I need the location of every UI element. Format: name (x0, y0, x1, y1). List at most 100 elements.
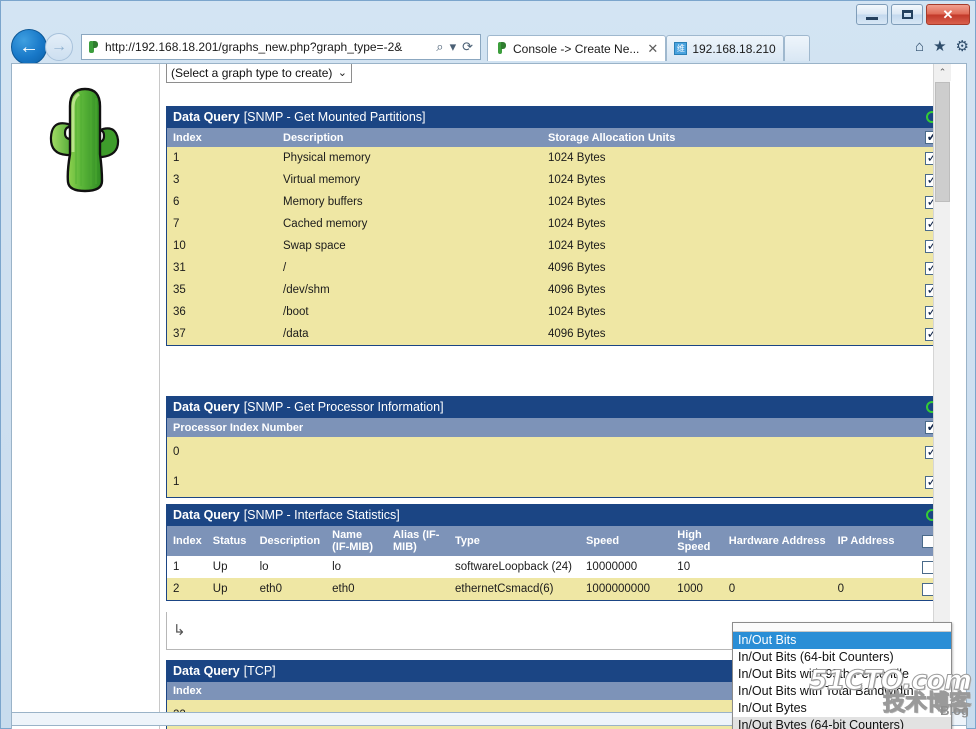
data-query-label: Data Query (173, 508, 240, 522)
col-name-if-mib: Name (IF-MIB) (326, 526, 387, 556)
data-query-label: Data Query (173, 110, 240, 124)
data-query-header[interactable]: Data Query [SNMP - Interface Statistics] (166, 504, 945, 526)
table-header-row: Processor Index Number (167, 418, 944, 437)
data-query-title: [SNMP - Get Mounted Partitions] (243, 110, 426, 124)
table-row[interactable]: 1 (167, 467, 944, 497)
data-query-label: Data Query (173, 664, 240, 678)
tab-close-icon[interactable]: ✕ (647, 41, 658, 57)
cell-ip-address: 0 (831, 578, 914, 600)
table-row[interactable]: 3 Virtual memory 1024 Bytes (167, 169, 944, 191)
title-bar: ✕ (1, 1, 976, 31)
cell-alias (386, 578, 449, 600)
col-hardware-address: Hardware Address (722, 526, 832, 556)
table-row[interactable]: 0 (167, 437, 944, 467)
processor-information-rows: 0 1 (167, 437, 944, 497)
cell-description: Memory buffers (277, 191, 542, 213)
data-query-mounted-partitions: Data Query [SNMP - Get Mounted Partition… (166, 106, 945, 346)
home-icon[interactable]: ⌂ (915, 39, 924, 54)
tab-192-168-18-210[interactable]: 维 192.168.18.210 (666, 35, 784, 61)
tab-strip: Console -> Create Ne... ✕ 维 192.168.18.2… (487, 34, 887, 61)
dropdown-option-in-out-bytes[interactable]: In/Out Bytes (733, 700, 951, 717)
cell-index: 10 (167, 235, 277, 257)
cell-ip-address (831, 556, 914, 578)
col-status: Status (206, 526, 254, 556)
address-url-text: http://192.168.18.201/graphs_new.php?gra… (105, 40, 403, 54)
refresh-icon[interactable]: ⟳ (459, 39, 476, 55)
dropdown-option-in-out-bytes-64bit[interactable]: In/Out Bytes (64-bit Counters) (733, 717, 951, 729)
mounted-partitions-rows: 1Physical memory1024 Bytes 3Virtual memo… (167, 147, 944, 345)
table-row[interactable]: 7 Cached memory 1024 Bytes (167, 213, 944, 235)
cell-index: 2 (167, 578, 207, 600)
cell-index: 6 (167, 191, 277, 213)
cell-index: 0 (167, 437, 918, 467)
chevron-down-icon: ⌄ (337, 67, 347, 79)
cell-name: eth0 (326, 578, 387, 600)
col-high-speed: High Speed (671, 526, 723, 556)
data-query-header[interactable]: Data Query [SNMP - Get Mounted Partition… (166, 106, 945, 128)
table-row[interactable]: 6 Memory buffers 1024 Bytes (167, 191, 944, 213)
cell-hardware-address: 0 (722, 578, 832, 600)
gear-icon[interactable]: ⚙ (956, 39, 969, 54)
dropdown-option-in-out-bits[interactable]: In/Out Bits (733, 632, 951, 649)
favorites-star-icon[interactable]: ★ (933, 39, 946, 54)
cell-alias (386, 556, 449, 578)
back-button[interactable]: ← (11, 29, 47, 65)
table-row[interactable]: 37/data 4096 Bytes (167, 323, 944, 345)
interface-statistics-table: Index Status Description Name (IF-MIB) A… (167, 526, 944, 600)
dropdown-option-in-out-bits-95th[interactable]: In/Out Bits with 95th Percentile (733, 666, 951, 683)
mounted-partitions-table: Index Description Storage Allocation Uni… (167, 128, 944, 345)
dropdown-option-in-out-bits-total-bw[interactable]: In/Out Bits with Total Bandwidth (733, 683, 951, 700)
address-bar[interactable]: http://192.168.18.201/graphs_new.php?gra… (81, 34, 481, 60)
col-ip-address: IP Address (831, 526, 914, 556)
graph-type-dropdown-list[interactable]: In/Out Bits In/Out Bits (64-bit Counters… (732, 622, 952, 729)
cell-description: /data (277, 323, 542, 345)
cell-description: Physical memory (277, 147, 542, 169)
close-icon: ✕ (942, 6, 954, 22)
forward-button[interactable]: → (45, 33, 73, 61)
scroll-up-button[interactable]: ⌃ (934, 64, 951, 81)
cell-high-speed: 10 (671, 556, 723, 578)
data-query-title: [TCP] (243, 664, 276, 678)
cell-index: 31 (167, 257, 277, 279)
minimize-button[interactable] (856, 4, 888, 25)
col-index: Index (167, 128, 277, 147)
cell-description: /boot (277, 301, 542, 323)
chevron-down-icon[interactable]: ▾ (447, 39, 460, 55)
col-type: Type (448, 526, 581, 556)
tab-console-create-new[interactable]: Console -> Create Ne... ✕ (487, 35, 667, 61)
col-storage-allocation-units: Storage Allocation Units (542, 128, 918, 147)
cell-name: lo (326, 556, 387, 578)
table-row[interactable]: 1 Up lo lo softwareLoopback (24) 1000000… (167, 556, 944, 578)
cell-units: 1024 Bytes (542, 191, 918, 213)
graph-type-select[interactable]: (Select a graph type to create) ⌄ (166, 64, 352, 83)
table-row[interactable]: 10 Swap space 1024 Bytes (167, 235, 944, 257)
tab-title: Console -> Create Ne... (513, 41, 640, 56)
col-description: Description (253, 526, 327, 556)
cell-description: Swap space (277, 235, 542, 257)
data-query-processor-information: Data Query [SNMP - Get Processor Informa… (166, 396, 945, 498)
cell-status: Up (206, 556, 254, 578)
table-row[interactable]: 36/boot 1024 Bytes (167, 301, 944, 323)
table-row[interactable]: 1 Physical memory 1024 Bytes (167, 147, 944, 169)
cell-index: 7 (167, 213, 277, 235)
cell-units: 4096 Bytes (542, 257, 918, 279)
cell-speed: 1000000000 (580, 578, 672, 600)
dropdown-top-edge (733, 623, 951, 632)
navigation-bar: ← → http://192.168.18.201/graphs_new.php… (1, 29, 976, 65)
table-row[interactable]: 35/dev/shm 4096 Bytes (167, 279, 944, 301)
maximize-button[interactable] (891, 4, 923, 25)
cell-description: lo (253, 556, 327, 578)
dropdown-option-in-out-bits-64bit[interactable]: In/Out Bits (64-bit Counters) (733, 649, 951, 666)
data-query-header[interactable]: Data Query [SNMP - Get Processor Informa… (166, 396, 945, 418)
cell-description: Cached memory (277, 213, 542, 235)
search-icon[interactable]: ⌕ (433, 39, 446, 55)
new-tab-button[interactable] (783, 35, 810, 61)
cell-index: 1 (167, 556, 207, 578)
cell-type: softwareLoopback (24) (448, 556, 581, 578)
cell-units: 1024 Bytes (542, 301, 918, 323)
cell-units: 1024 Bytes (542, 235, 918, 257)
table-row[interactable]: 2 Up eth0 eth0 ethernetCsmacd(6) 1000000… (167, 578, 944, 600)
close-button[interactable]: ✕ (926, 4, 970, 25)
scrollbar-thumb[interactable] (935, 82, 950, 202)
table-row[interactable]: 31/4096 Bytes (167, 257, 944, 279)
